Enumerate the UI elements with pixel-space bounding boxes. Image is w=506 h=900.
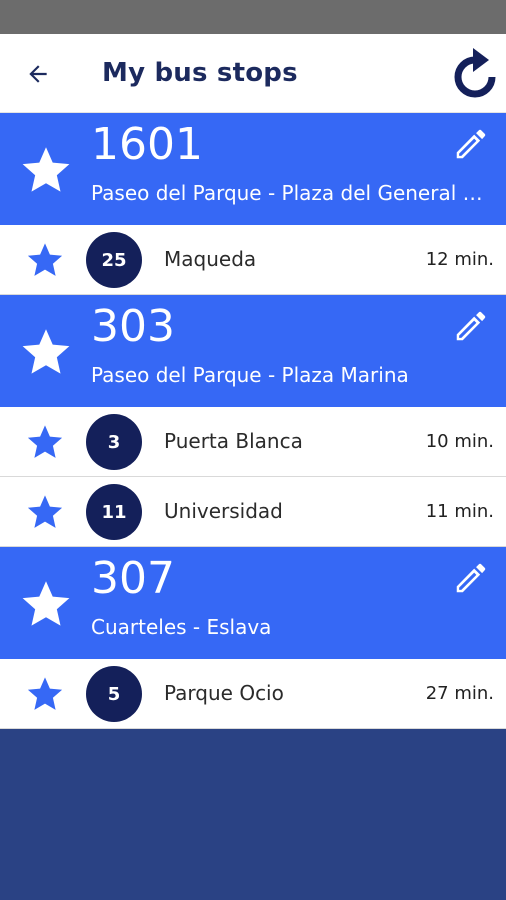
favorite-line-button[interactable] bbox=[26, 423, 64, 461]
page-title: My bus stops bbox=[102, 58, 298, 88]
pencil-icon bbox=[456, 563, 486, 593]
refresh-icon bbox=[454, 48, 496, 98]
app-bar: My bus stops bbox=[0, 34, 506, 113]
star-icon bbox=[27, 243, 63, 276]
line-number-badge: 5 bbox=[86, 666, 142, 722]
star-icon bbox=[27, 425, 63, 458]
arrival-time: 10 min. bbox=[425, 431, 494, 452]
refresh-button[interactable] bbox=[448, 46, 502, 102]
stop-header: 303 Paseo del Parque - Plaza Marina bbox=[0, 295, 506, 407]
bus-line-row[interactable]: 3 Puerta Blanca 10 min. bbox=[0, 407, 506, 477]
line-destination: Parque Ocio bbox=[164, 681, 284, 705]
favorite-line-button[interactable] bbox=[26, 675, 64, 713]
arrival-time: 12 min. bbox=[425, 249, 494, 270]
line-destination: Universidad bbox=[164, 499, 283, 523]
bus-stop-list: 1601 Paseo del Parque - Plaza del General… bbox=[0, 113, 506, 729]
star-icon bbox=[22, 329, 70, 374]
favorite-line-button[interactable] bbox=[26, 241, 64, 279]
star-icon bbox=[22, 581, 70, 626]
star-icon bbox=[22, 147, 70, 192]
stop-number: 307 bbox=[91, 553, 175, 604]
star-icon bbox=[27, 677, 63, 710]
favorite-stop-button[interactable] bbox=[20, 326, 72, 378]
edit-stop-button[interactable] bbox=[452, 307, 492, 347]
favorite-line-button[interactable] bbox=[26, 493, 64, 531]
stop-header: 1601 Paseo del Parque - Plaza del General… bbox=[0, 113, 506, 225]
status-bar bbox=[0, 0, 506, 34]
stop-header: 307 Cuarteles - Eslava bbox=[0, 547, 506, 659]
stop-number: 1601 bbox=[91, 119, 203, 170]
bus-line-row[interactable]: 25 Maqueda 12 min. bbox=[0, 225, 506, 295]
favorite-stop-button[interactable] bbox=[20, 144, 72, 196]
stop-name: Paseo del Parque - Plaza Marina bbox=[91, 363, 409, 387]
stop-name: Paseo del Parque - Plaza del General Tor… bbox=[91, 181, 489, 205]
arrow-left-icon bbox=[29, 65, 47, 83]
stop-number: 303 bbox=[91, 301, 175, 352]
favorite-stop-button[interactable] bbox=[20, 578, 72, 630]
star-icon bbox=[27, 495, 63, 528]
line-number-badge: 25 bbox=[86, 232, 142, 288]
back-button[interactable] bbox=[20, 56, 56, 92]
line-number-badge: 11 bbox=[86, 484, 142, 540]
edit-stop-button[interactable] bbox=[452, 559, 492, 599]
line-destination: Puerta Blanca bbox=[164, 429, 303, 453]
arrival-time: 27 min. bbox=[425, 683, 494, 704]
line-destination: Maqueda bbox=[164, 247, 257, 271]
pencil-icon bbox=[456, 129, 486, 159]
arrival-time: 11 min. bbox=[425, 501, 494, 522]
bus-line-row[interactable]: 5 Parque Ocio 27 min. bbox=[0, 659, 506, 729]
stop-name: Cuarteles - Eslava bbox=[91, 615, 272, 639]
bus-line-row[interactable]: 11 Universidad 11 min. bbox=[0, 477, 506, 547]
line-number-badge: 3 bbox=[86, 414, 142, 470]
pencil-icon bbox=[456, 311, 486, 341]
edit-stop-button[interactable] bbox=[452, 125, 492, 165]
